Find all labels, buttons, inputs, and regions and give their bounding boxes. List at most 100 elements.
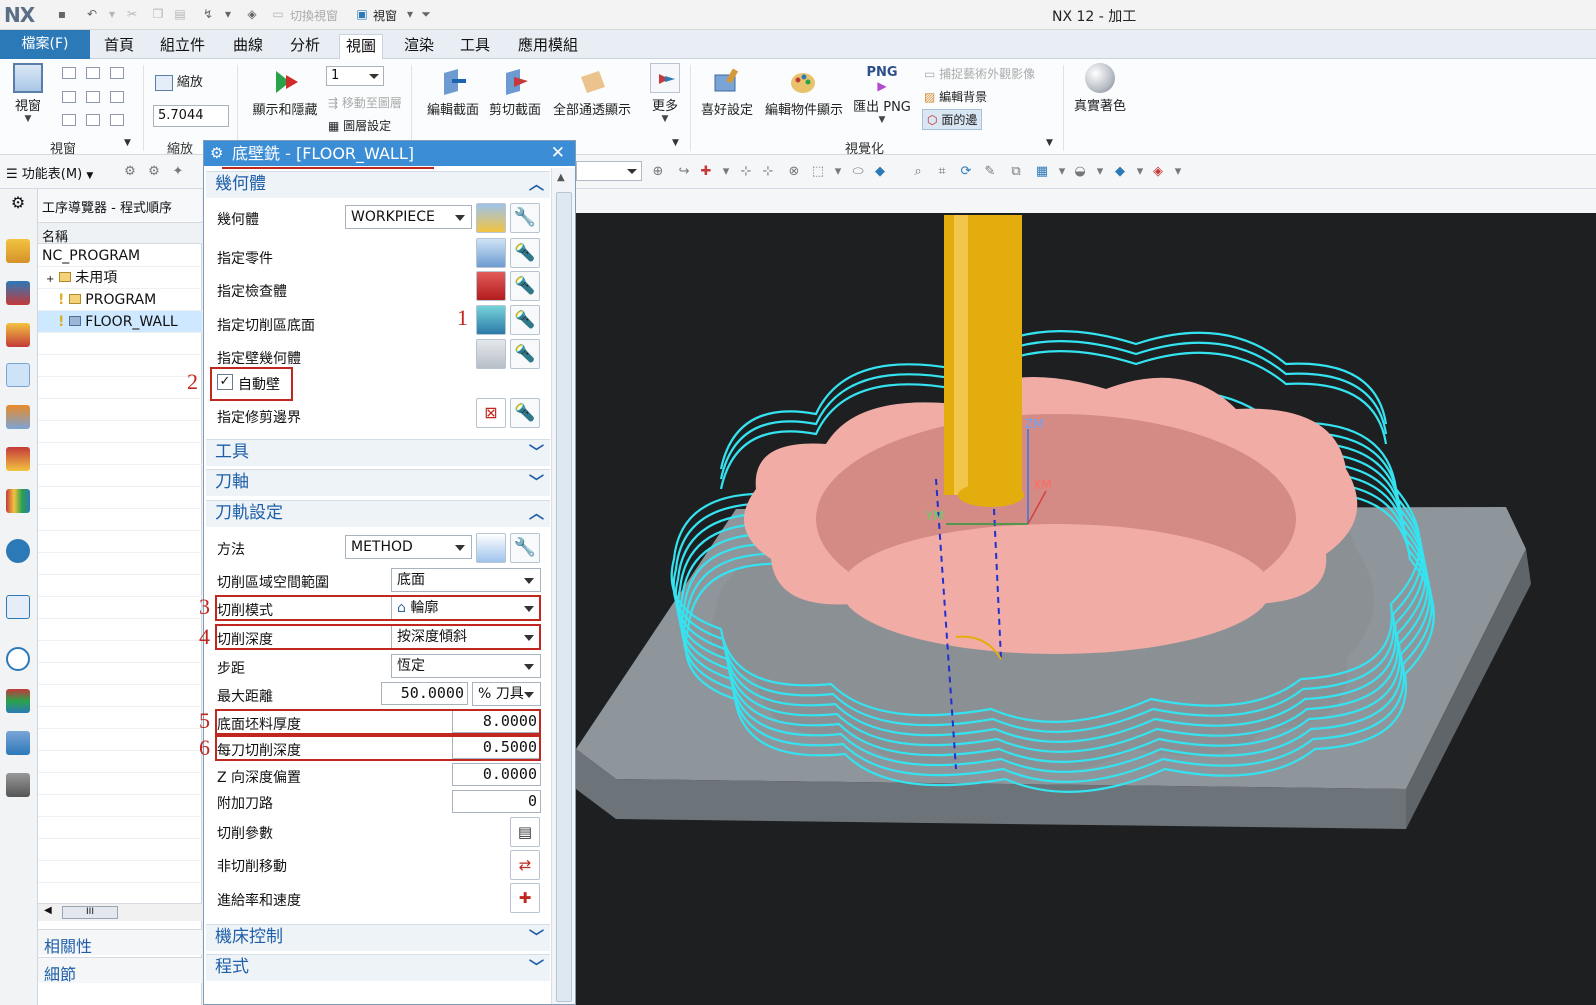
dropdown-icon[interactable]: ▾	[718, 165, 734, 179]
machine-tool-icon[interactable]	[6, 405, 30, 429]
dropdown-icon[interactable]: ▾	[1092, 165, 1108, 179]
section-path-settings[interactable]: 刀軌設定 ︿	[206, 500, 550, 527]
switch-window-icon[interactable]: ▭	[270, 6, 286, 22]
layout-split-vertical-icon[interactable]	[86, 67, 100, 79]
edit-background-button[interactable]: ▨ 編輯背景	[924, 88, 987, 105]
dropdown-icon[interactable]: ▾	[1132, 165, 1148, 179]
scroll-left-icon[interactable]: ◀	[44, 905, 52, 916]
window-dropdown-icon[interactable]: ▾	[402, 6, 418, 22]
layout-three-alt-icon[interactable]	[86, 114, 100, 126]
edit-object-display-button[interactable]: 編輯物件顯示	[760, 67, 848, 118]
work-layer-select[interactable]: 1	[326, 66, 384, 86]
zoom-window-icon[interactable]: ⌗	[934, 165, 950, 179]
chevron-down-icon[interactable]: ﹀	[529, 470, 544, 495]
midpoint-icon[interactable]: ⊹	[760, 165, 776, 179]
feeds-speeds-icon[interactable]: ✚	[510, 883, 540, 913]
repeat-dropdown-icon[interactable]: ▾	[220, 6, 236, 22]
chevron-up-icon[interactable]: ︿	[529, 172, 544, 197]
wrench-icon[interactable]: 🔧	[510, 203, 540, 233]
max-distance-unit-select[interactable]: % 刀具	[472, 682, 541, 706]
new-geometry-icon[interactable]	[476, 203, 506, 233]
tab-view[interactable]: 視圖	[339, 34, 384, 60]
tree-row-unused[interactable]: + 未用項	[38, 267, 202, 289]
close-icon[interactable]: ✕	[551, 141, 565, 166]
window-button[interactable]: 視窗 ▼	[8, 63, 48, 124]
web-browser-icon[interactable]	[6, 539, 30, 563]
expand-plus-icon[interactable]: +	[46, 274, 54, 285]
tab-assembly[interactable]: 組立件	[154, 34, 211, 59]
pan-icon[interactable]: ✎	[982, 165, 998, 179]
layout-four-icon[interactable]	[62, 91, 76, 103]
cube-icon[interactable]: ◆	[872, 165, 888, 179]
undo-icon[interactable]: ↶	[84, 6, 100, 22]
select-check-icon[interactable]	[476, 271, 506, 301]
palette-icon[interactable]	[6, 489, 30, 513]
dialog-scrollbar[interactable]: ▲	[551, 168, 575, 1004]
section-tool[interactable]: 工具 ﹀	[206, 439, 550, 466]
customize-quick-access-icon[interactable]: ⏷	[418, 6, 434, 22]
scroll-up-icon[interactable]: ▲	[557, 172, 565, 183]
preferences-button[interactable]: 喜好設定	[697, 67, 757, 118]
clock-icon[interactable]	[6, 647, 30, 671]
assembly-navigator-icon[interactable]	[6, 281, 30, 305]
horizontal-scrollbar[interactable]: ◀ III	[38, 903, 202, 921]
section-geometry[interactable]: 幾何體 ︿	[206, 171, 550, 198]
method-select[interactable]: METHOD	[345, 535, 472, 559]
tree-row-program[interactable]: ! PROGRAM	[38, 289, 202, 311]
gear-icon[interactable]: ⚙	[210, 141, 223, 166]
snap-icon[interactable]: ✦	[170, 165, 186, 179]
capture-image-button[interactable]: ▭ 捕捉藝術外觀影像	[924, 65, 1035, 82]
additional-passes-input[interactable]: 0	[452, 790, 541, 813]
fit-icon[interactable]: ⌕	[910, 165, 926, 179]
tab-tools[interactable]: 工具	[454, 34, 496, 59]
switch-window-button[interactable]: 切換視窗	[290, 7, 338, 24]
section-group-more-icon[interactable]: ▼	[672, 138, 679, 148]
tab-curve[interactable]: 曲線	[227, 34, 269, 59]
paste-icon[interactable]: ▤	[172, 6, 188, 22]
non-cutting-moves-icon[interactable]: ⇄	[510, 850, 540, 880]
z-offset-input[interactable]: 0.0000	[452, 763, 541, 786]
tree-row-nc-program[interactable]: NC_PROGRAM	[38, 245, 202, 267]
select-wall-icon[interactable]	[476, 339, 506, 369]
face-edges-toggle[interactable]: ⬡ 面的邊	[922, 109, 983, 130]
panel-details[interactable]: 細節	[38, 957, 202, 984]
background-style-icon[interactable]: ◒	[1072, 165, 1088, 179]
menu-button[interactable]: ☰ 功能表(M) ▼	[6, 163, 93, 182]
dropdown-icon[interactable]: ▾	[1170, 165, 1186, 179]
section-tool-axis[interactable]: 刀軸 ﹀	[206, 469, 550, 496]
trim-boundary-icon[interactable]: ⊠	[476, 398, 506, 428]
select-part-icon[interactable]	[476, 238, 506, 268]
tab-render[interactable]: 渲染	[398, 34, 440, 59]
tab-file[interactable]: 檔案(F)	[0, 30, 90, 59]
control-point-icon[interactable]: ⊗	[786, 165, 802, 179]
visualization-group-more-icon[interactable]: ▼	[1046, 138, 1053, 148]
point-icon[interactable]: ✚	[698, 165, 714, 179]
max-distance-input[interactable]: 50.0000	[381, 682, 468, 705]
render-style-icon[interactable]: ▦	[1034, 165, 1050, 179]
part-navigator-icon[interactable]	[6, 239, 30, 263]
roles-icon[interactable]	[6, 773, 30, 797]
system-materials-icon[interactable]	[6, 689, 30, 713]
flashlight-icon[interactable]: 🔦	[510, 339, 540, 369]
save-icon[interactable]: ▪	[54, 6, 70, 22]
section-machine-control[interactable]: 機床控制 ﹀	[206, 924, 550, 951]
settings-gear-icon[interactable]: ⚙	[6, 193, 30, 217]
tab-analysis[interactable]: 分析	[284, 34, 326, 59]
wrench-disabled-icon[interactable]: 🔧	[510, 533, 540, 563]
layout-six-icon[interactable]	[110, 91, 124, 103]
filter-icon[interactable]: ⚙	[122, 165, 138, 179]
select-icon[interactable]: ⊕	[650, 165, 666, 179]
process-studio-icon[interactable]	[6, 731, 30, 755]
selection-scope-select[interactable]	[576, 161, 642, 181]
scroll-thumb[interactable]	[556, 192, 572, 1002]
cut-area-select[interactable]: 底面	[391, 568, 541, 592]
chevron-up-icon[interactable]: ︿	[529, 501, 544, 526]
export-png-button[interactable]: PNG ▶ 匯出 PNG ▼	[851, 63, 913, 125]
dropdown-icon[interactable]: ▾	[1054, 165, 1070, 179]
zoom-scale-field[interactable]: 5.7044	[153, 105, 229, 127]
rotate-icon[interactable]: ⟳	[958, 165, 974, 179]
layout-four-alt-icon[interactable]	[86, 91, 100, 103]
tree-row-floor-wall[interactable]: ! FLOOR_WALL	[38, 311, 202, 333]
zoom-button[interactable]: 縮放	[155, 71, 203, 91]
section-view-icon[interactable]: ⬭	[850, 165, 866, 179]
